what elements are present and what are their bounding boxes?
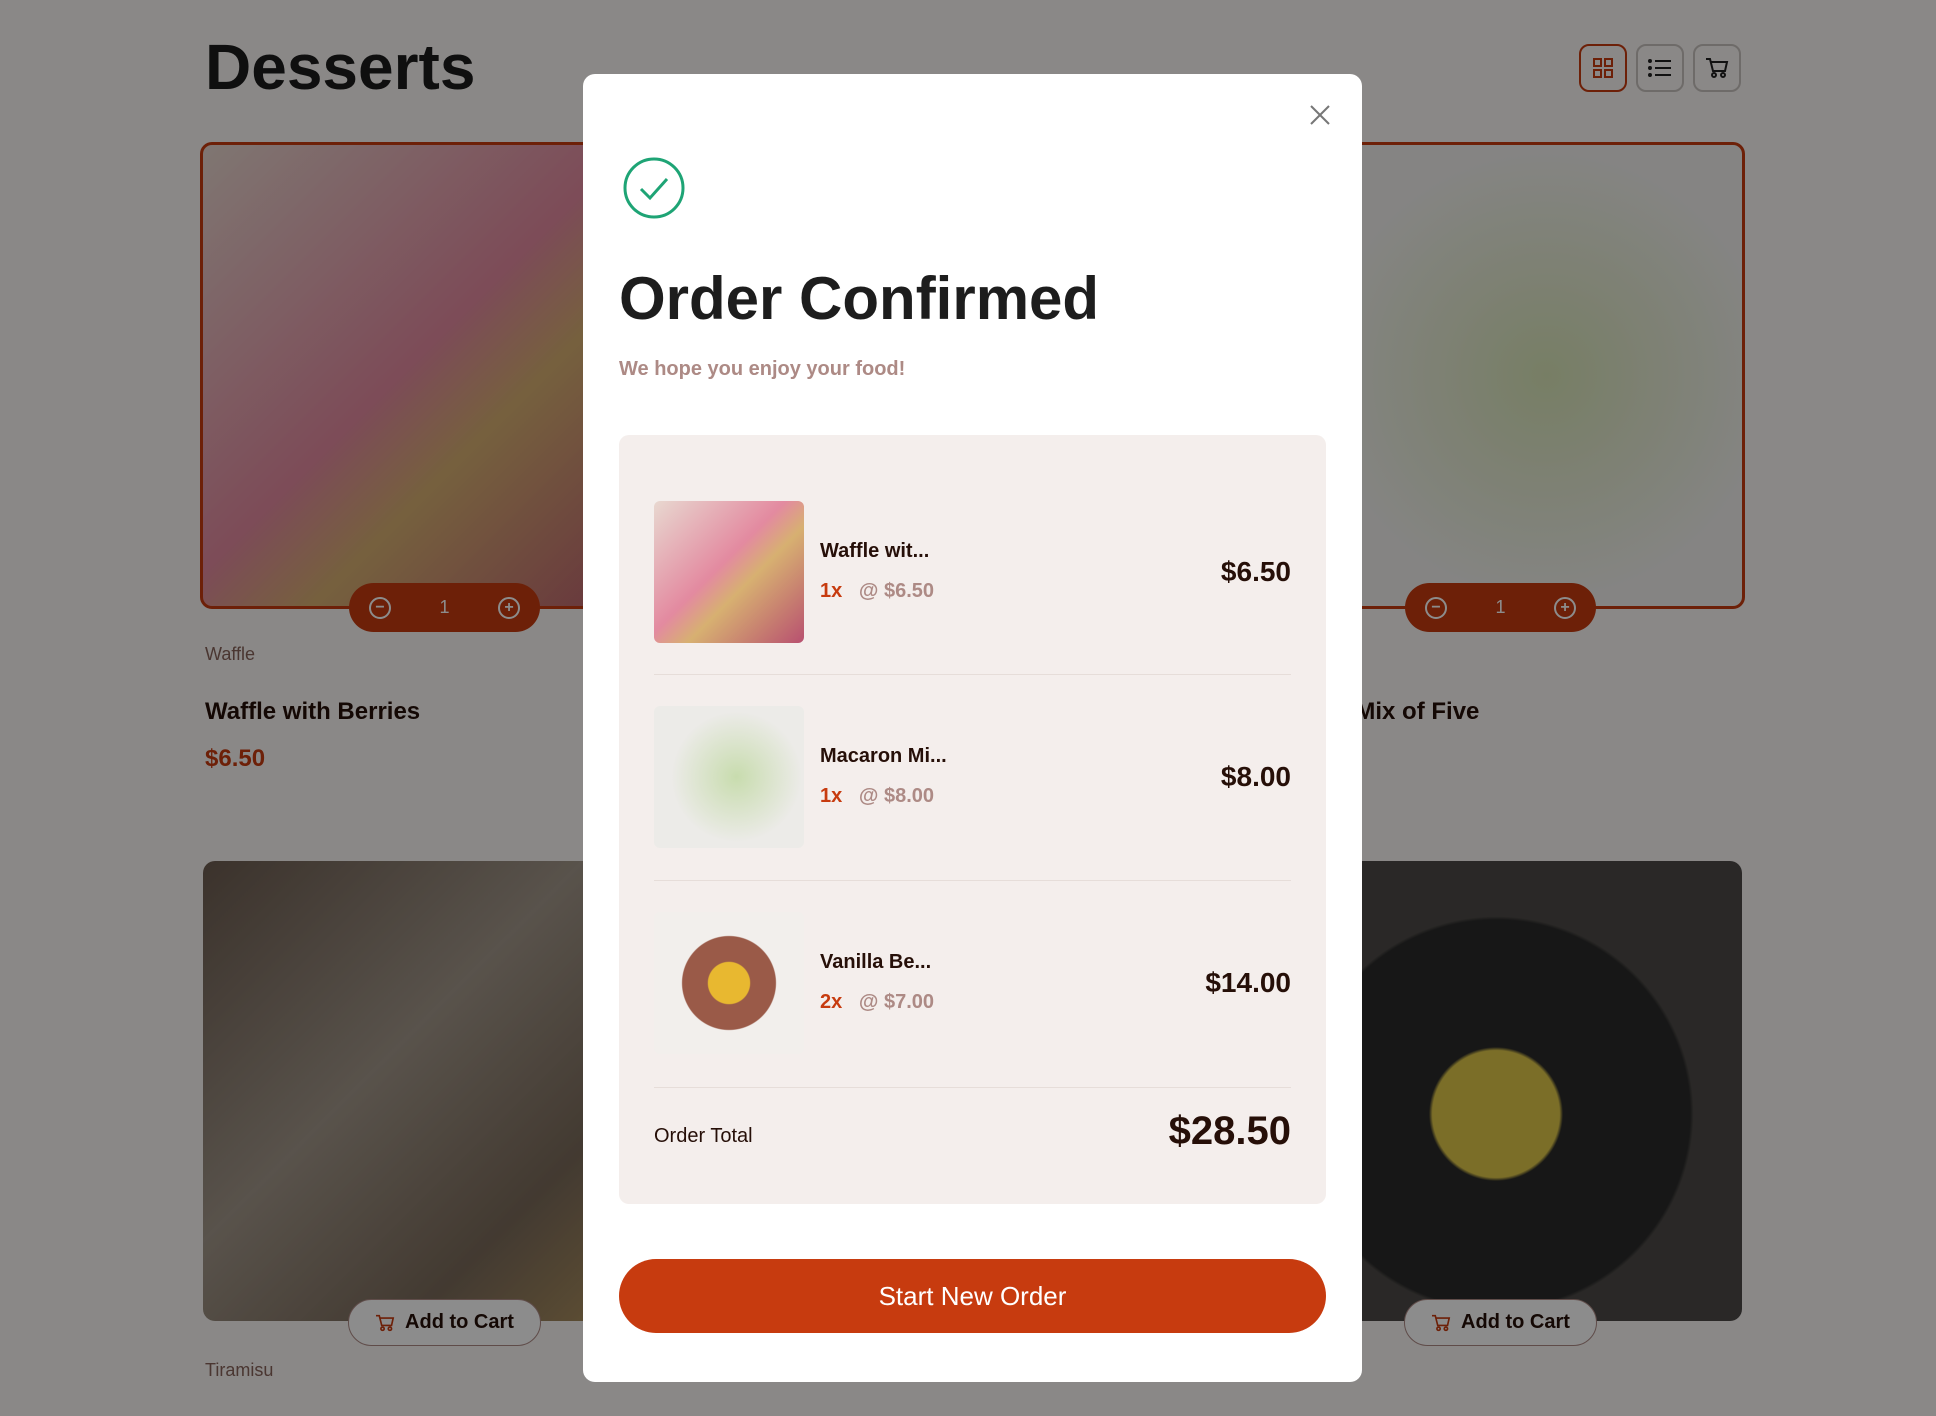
item-qty: 2x <box>820 991 843 1013</box>
item-qty: 1x <box>820 580 843 602</box>
start-new-order-button[interactable]: Start New Order <box>619 1259 1326 1333</box>
item-unit-price: @ $7.00 <box>858 991 935 1013</box>
item-qty: 1x <box>820 785 843 807</box>
item-thumbnail <box>654 706 804 848</box>
close-icon[interactable] <box>1309 104 1331 126</box>
check-circle-icon <box>623 157 685 219</box>
modal-title: Order Confirmed <box>619 265 1100 332</box>
item-qty-line: 1x @ $8.00 <box>820 785 934 808</box>
item-unit-price: @ $6.50 <box>858 580 935 602</box>
order-item: Vanilla Be... 2x @ $7.00 $14.00 <box>654 881 1291 1088</box>
order-total-label: Order Total <box>654 1125 753 1147</box>
item-name: Macaron Mi... <box>820 745 947 767</box>
order-items-box: Waffle wit... 1x @ $6.50 $6.50 Macaron M… <box>619 435 1326 1204</box>
item-thumbnail <box>654 912 804 1054</box>
item-unit-price: @ $8.00 <box>858 785 935 807</box>
item-total: $14.00 <box>1205 967 1291 998</box>
item-name: Waffle wit... <box>820 540 930 562</box>
order-item: Waffle wit... 1x @ $6.50 $6.50 <box>654 470 1291 675</box>
item-total: $8.00 <box>1220 761 1291 792</box>
modal-subtitle: We hope you enjoy your food! <box>619 358 906 380</box>
order-confirmed-modal: Order Confirmed We hope you enjoy your f… <box>583 74 1362 1382</box>
item-qty-line: 1x @ $6.50 <box>820 580 934 603</box>
item-qty-line: 2x @ $7.00 <box>820 991 934 1014</box>
order-total-value: $28.50 <box>1168 1109 1291 1153</box>
item-total: $6.50 <box>1220 556 1291 587</box>
order-item: Macaron Mi... 1x @ $8.00 $8.00 <box>654 675 1291 881</box>
item-thumbnail <box>654 501 804 643</box>
item-name: Vanilla Be... <box>820 951 932 973</box>
